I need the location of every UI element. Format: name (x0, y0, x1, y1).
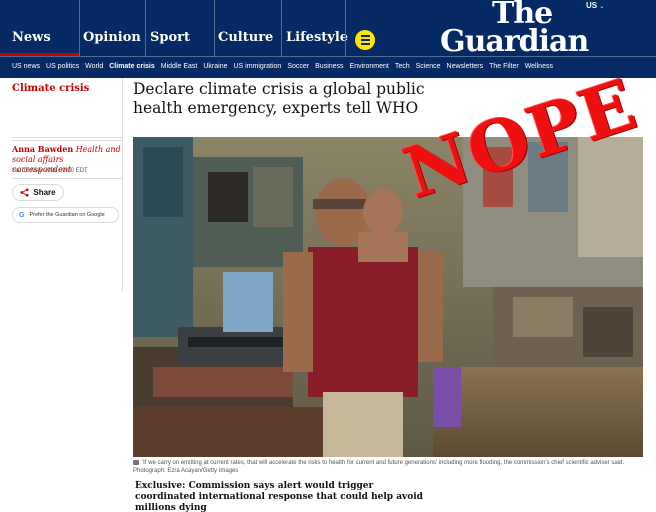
pillar-divider (281, 0, 282, 56)
divider (12, 178, 122, 179)
subnav-science[interactable]: Science (416, 63, 441, 70)
subnav-soccer[interactable]: Soccer (287, 63, 309, 70)
article-standfirst: Exclusive: Commission says alert would t… (135, 481, 423, 512)
article-headline: Declare climate crisis a global public h… (133, 80, 425, 117)
divider (12, 140, 122, 141)
share-label: Share (33, 188, 56, 197)
section-label[interactable]: Climate crisis (12, 83, 89, 94)
subnav-world[interactable]: World (85, 63, 103, 70)
photo-caption-text: 'If we carry on emitting at current rate… (133, 460, 624, 474)
prefer-google-label: Prefer the Guardian on Google (29, 212, 105, 218)
subnav-middle-east[interactable]: Middle East (161, 63, 198, 70)
subnav-business[interactable]: Business (315, 63, 343, 70)
share-icon (20, 188, 29, 197)
divider (12, 137, 122, 138)
pillar-opinion[interactable]: Opinion (83, 30, 141, 45)
edition-label: US (586, 1, 598, 10)
edition-switcher[interactable]: US ⌄ (586, 1, 604, 10)
pillar-divider (145, 0, 146, 56)
camera-icon (133, 459, 139, 465)
subnav-us-news[interactable]: US news (12, 63, 40, 70)
publish-date: Sat 16 May 2026 00.00 EDT (12, 168, 88, 174)
subnav-wellness[interactable]: Wellness (525, 63, 553, 70)
pillar-news[interactable]: News (12, 30, 51, 45)
subnav-climate-crisis[interactable]: Climate crisis (109, 63, 155, 70)
subnav-us-politics[interactable]: US politics (46, 63, 79, 70)
pillar-divider (214, 0, 215, 56)
google-icon: G (19, 211, 25, 219)
subnav-tech[interactable]: Tech (395, 63, 410, 70)
pillar-lifestyle[interactable]: Lifestyle (286, 30, 348, 45)
guardian-logo[interactable]: The Guardian (440, 0, 589, 56)
prefer-google-button[interactable]: G Prefer the Guardian on Google (12, 207, 119, 223)
hamburger-icon[interactable] (355, 30, 375, 50)
pillar-sport[interactable]: Sport (150, 30, 190, 45)
photo-caption: 'If we carry on emitting at current rate… (133, 459, 643, 475)
masthead: News Opinion Sport Culture Lifestyle The… (0, 0, 656, 56)
author-link[interactable]: Anna Bawden (12, 144, 73, 154)
share-button[interactable]: Share (12, 184, 64, 201)
subnav-us-immigration[interactable]: US immigration (233, 63, 281, 70)
article-meta-column: Climate crisis Anna Bawden Health and so… (0, 78, 123, 292)
subnav-the-filter[interactable]: The Filter (489, 63, 519, 70)
pillar-divider (345, 0, 346, 56)
subnav-newsletters[interactable]: Newsletters (447, 63, 484, 70)
pillar-culture[interactable]: Culture (218, 30, 273, 45)
chevron-down-icon: ⌄ (599, 4, 605, 10)
subnav-environment[interactable]: Environment (350, 63, 389, 70)
pillar-divider (79, 0, 80, 56)
subnav-ukraine[interactable]: Ukraine (203, 63, 227, 70)
